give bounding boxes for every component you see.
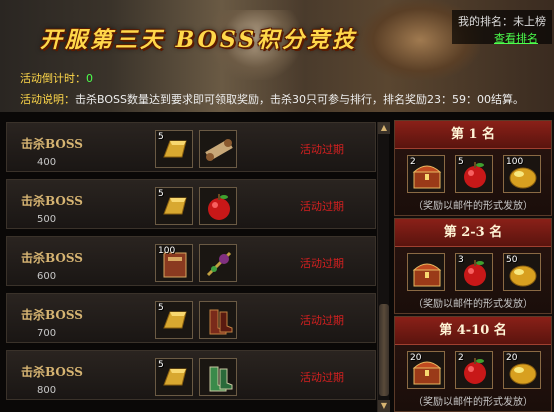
rank-reward-block: 第 2-3 名 3 50 （奖励以邮件的形式发放） — [394, 218, 552, 314]
task-label: 击杀BOSS — [21, 194, 83, 208]
reward-qty: 100 — [506, 157, 524, 167]
rank-reward-slot[interactable]: 2 — [407, 155, 445, 193]
task-count: 500 — [37, 214, 57, 225]
reward-slot[interactable]: 100 — [155, 244, 193, 282]
reward-qty: 2 — [458, 353, 464, 363]
countdown-value: 0 — [86, 72, 93, 85]
countdown: 活动倒计时：0 — [20, 70, 93, 86]
reward-qty: 5 — [458, 157, 464, 167]
chest-icon — [408, 254, 444, 290]
weapon-icon — [200, 245, 236, 281]
reward-slot[interactable]: 5 — [155, 130, 193, 168]
rank-reward-slot[interactable]: 100 — [503, 155, 541, 193]
mail-note: （奖励以邮件的形式发放） — [413, 397, 533, 408]
task-row: 击杀BOSS 400 5 活动过期 — [6, 122, 376, 172]
task-label: 击杀BOSS — [21, 365, 83, 379]
reward-qty: 3 — [458, 255, 464, 265]
rank-reward-slot[interactable] — [407, 253, 445, 291]
rank-title: 第 4-10 名 — [395, 317, 551, 345]
task-row: 击杀BOSS 800 5 活动过期 — [6, 350, 376, 400]
reward-slot[interactable] — [199, 358, 237, 396]
task-count: 800 — [37, 385, 57, 396]
rank-title: 第 2-3 名 — [395, 219, 551, 247]
rank-reward-slot[interactable]: 3 — [455, 253, 493, 291]
reward-slot[interactable]: 5 — [155, 358, 193, 396]
countdown-label: 活动倒计时： — [20, 72, 86, 85]
desc-label: 活动说明： — [20, 93, 75, 106]
scroll-up-arrow-icon[interactable]: ▲ — [378, 122, 390, 134]
task-label: 击杀BOSS — [21, 308, 83, 322]
status-expired: 活动过期 — [300, 371, 344, 384]
scroll-down-arrow-icon[interactable]: ▼ — [378, 400, 390, 412]
rank-reward-slot[interactable]: 20 — [407, 351, 445, 389]
status-expired: 活动过期 — [300, 314, 344, 327]
status-expired: 活动过期 — [300, 257, 344, 270]
rank-reward-panel: 第 1 名 2 5 100 （奖励以邮件的形式发放） 第 2-3 名 3 50 … — [394, 120, 554, 412]
rank-reward-slot[interactable]: 20 — [503, 351, 541, 389]
reward-slot[interactable] — [199, 130, 237, 168]
reward-slot[interactable] — [199, 187, 237, 225]
task-label: 击杀BOSS — [21, 137, 83, 151]
reward-qty: 5 — [158, 132, 164, 142]
rank-reward-slot[interactable]: 2 — [455, 351, 493, 389]
rank-box: 我的排名：未上榜 查看排名 — [452, 10, 552, 46]
view-rank-link[interactable]: 查看排名 — [494, 30, 538, 46]
task-count: 400 — [37, 157, 57, 168]
page-title: 开服第三天 BOSS积分竞技 — [40, 27, 358, 53]
mail-note: （奖励以邮件的形式发放） — [413, 201, 533, 212]
green-boots-icon — [200, 359, 236, 395]
boots-icon — [200, 302, 236, 338]
reward-slot[interactable]: 5 — [155, 301, 193, 339]
apple-icon — [200, 188, 236, 224]
reward-slot[interactable] — [199, 244, 237, 282]
reward-qty: 20 — [506, 353, 518, 363]
task-row: 击杀BOSS 600 100 活动过期 — [6, 236, 376, 286]
status-expired: 活动过期 — [300, 200, 344, 213]
reward-qty: 5 — [158, 189, 164, 199]
activity-description: 活动说明：击杀BOSS数量达到要求即可领取奖励，击杀30只可参与排行，排名奖励2… — [20, 91, 524, 107]
reward-slot[interactable] — [199, 301, 237, 339]
task-row: 击杀BOSS 700 5 活动过期 — [6, 293, 376, 343]
reward-qty: 20 — [410, 353, 422, 363]
rank-title: 第 1 名 — [395, 121, 551, 149]
scrollbar[interactable]: ▲ ▼ — [377, 122, 390, 412]
task-list: 击杀BOSS 400 5 活动过期 击杀BOSS 500 5 活动过期 击杀BO… — [6, 122, 376, 412]
reward-qty: 2 — [410, 157, 416, 167]
task-count: 600 — [37, 271, 57, 282]
task-row: 击杀BOSS 500 5 活动过期 — [6, 179, 376, 229]
task-label: 击杀BOSS — [21, 251, 83, 265]
task-count: 700 — [37, 328, 57, 339]
reward-qty: 100 — [158, 246, 176, 256]
mail-note: （奖励以邮件的形式发放） — [413, 299, 533, 310]
banner: 开服第三天 BOSS积分竞技 我的排名：未上榜 查看排名 活动倒计时：0 活动说… — [0, 0, 554, 112]
rank-reward-block: 第 1 名 2 5 100 （奖励以邮件的形式发放） — [394, 120, 552, 216]
rank-reward-slot[interactable]: 5 — [455, 155, 493, 193]
scroll-thumb[interactable] — [379, 304, 389, 396]
rank-reward-block: 第 4-10 名 20 2 20 （奖励以邮件的形式发放） — [394, 316, 552, 412]
reward-qty: 5 — [158, 360, 164, 370]
desc-text: 击杀BOSS数量达到要求即可领取奖励，击杀30只可参与排行，排名奖励23：59：… — [75, 93, 524, 106]
reward-qty: 5 — [158, 303, 164, 313]
rank-reward-slot[interactable]: 50 — [503, 253, 541, 291]
status-expired: 活动过期 — [300, 143, 344, 156]
my-rank-label: 我的排名：未上榜 — [458, 15, 546, 28]
reward-qty: 50 — [506, 255, 518, 265]
scroll-icon — [200, 131, 236, 167]
reward-slot[interactable]: 5 — [155, 187, 193, 225]
